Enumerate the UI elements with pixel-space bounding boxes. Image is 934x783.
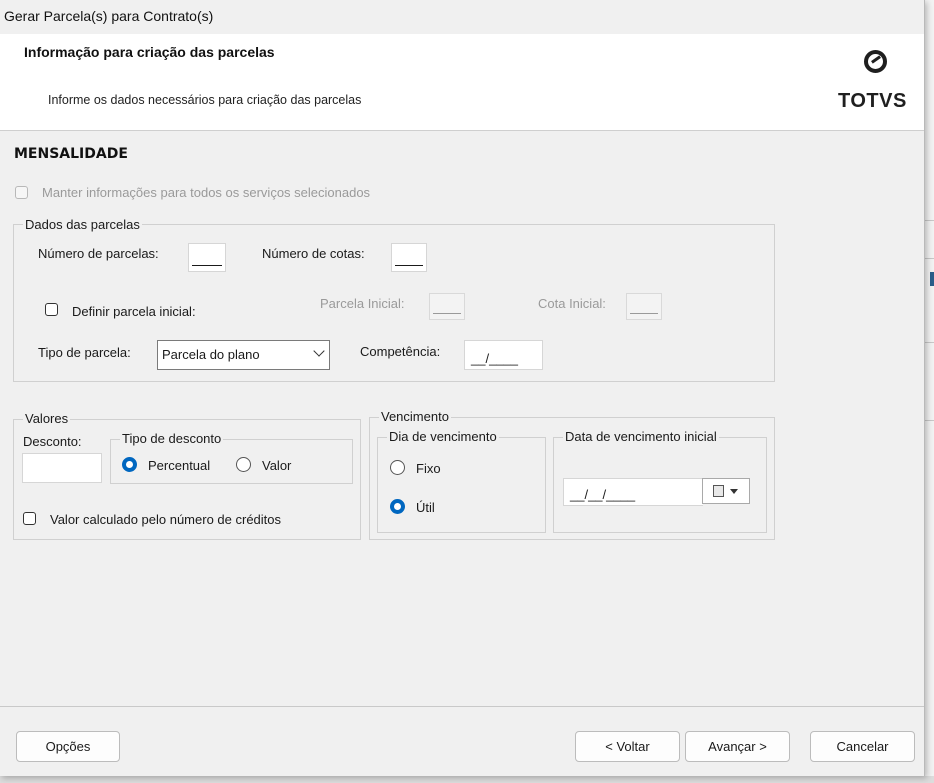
manter-label: Manter informações para todos os serviço… [42,185,371,200]
data-vencimento-input[interactable]: __/__/____ [563,478,703,506]
valor-calculado-label: Valor calculado pelo número de créditos [50,512,282,527]
title-bar: Gerar Parcela(s) para Contrato(s) [0,0,924,34]
definir-parcela-checkbox[interactable] [45,303,58,316]
valor-label: Valor [262,458,292,473]
numero-parcelas-input[interactable] [188,243,226,272]
competencia-mask: __/____ [471,351,518,366]
tipo-parcela-label: Tipo de parcela: [38,345,131,360]
background-window-edge [924,0,934,783]
fixo-label: Fixo [416,461,441,476]
desconto-label: Desconto: [23,434,82,449]
percentual-radio[interactable] [122,457,137,472]
dialog-window: Gerar Parcela(s) para Contrato(s) Inform… [0,0,925,776]
cancelar-button[interactable]: Cancelar [810,731,915,762]
desconto-input[interactable] [22,453,102,483]
tipo-parcela-select[interactable]: Parcela do plano [157,340,330,370]
calendar-dropdown-button[interactable] [702,478,750,504]
wizard-footer: Opções < Voltar Avançar > Cancelar [0,706,924,776]
wizard-header: Informação para criação das parcelas Inf… [0,34,924,131]
percentual-label: Percentual [148,458,211,473]
chevron-down-icon [313,345,325,357]
manter-checkbox[interactable] [15,186,28,199]
competencia-input[interactable]: __/____ [464,340,543,370]
definir-parcela-label: Definir parcela inicial: [72,304,196,319]
data-vencimento-mask: __/__/____ [570,487,636,502]
fixo-radio[interactable] [390,460,405,475]
calendar-icon [713,485,724,497]
section-title: MENSALIDADE [14,146,128,162]
util-label: Útil [416,500,435,515]
tipo-parcela-value: Parcela do plano [162,347,260,362]
header-subtitle: Informe os dados necessários para criaçã… [48,93,362,107]
data-vencimento-title: Data de vencimento inicial [563,429,719,444]
header-title: Informação para criação das parcelas [24,44,275,60]
parcela-inicial-input[interactable] [429,293,465,320]
cota-inicial-label: Cota Inicial: [538,296,606,311]
dropdown-arrow-icon [730,489,738,494]
opcoes-button[interactable]: Opções [16,731,120,762]
numero-parcelas-label: Número de parcelas: [38,246,159,261]
numero-cotas-label: Número de cotas: [262,246,365,261]
numero-cotas-input[interactable] [391,243,427,272]
voltar-button[interactable]: < Voltar [575,731,680,762]
vencimento-title: Vencimento [379,409,451,424]
totvs-logo-icon: TOTVS [838,44,918,124]
valores-title: Valores [23,411,71,426]
window-title: Gerar Parcela(s) para Contrato(s) [4,8,214,24]
avancar-button[interactable]: Avançar > [685,731,790,762]
dia-vencimento-group [377,437,546,533]
parcela-inicial-label: Parcela Inicial: [320,296,405,311]
background-window-edge-bottom [0,776,934,783]
logo-text: TOTVS [838,90,907,112]
util-radio[interactable] [390,499,405,514]
valor-calculado-checkbox[interactable] [23,512,36,525]
dia-vencimento-title: Dia de vencimento [387,429,499,444]
cota-inicial-input[interactable] [626,293,662,320]
competencia-label: Competência: [360,344,441,359]
dados-parcelas-title: Dados das parcelas [23,217,142,232]
valor-radio[interactable] [236,457,251,472]
tipo-desconto-title: Tipo de desconto [120,431,224,446]
